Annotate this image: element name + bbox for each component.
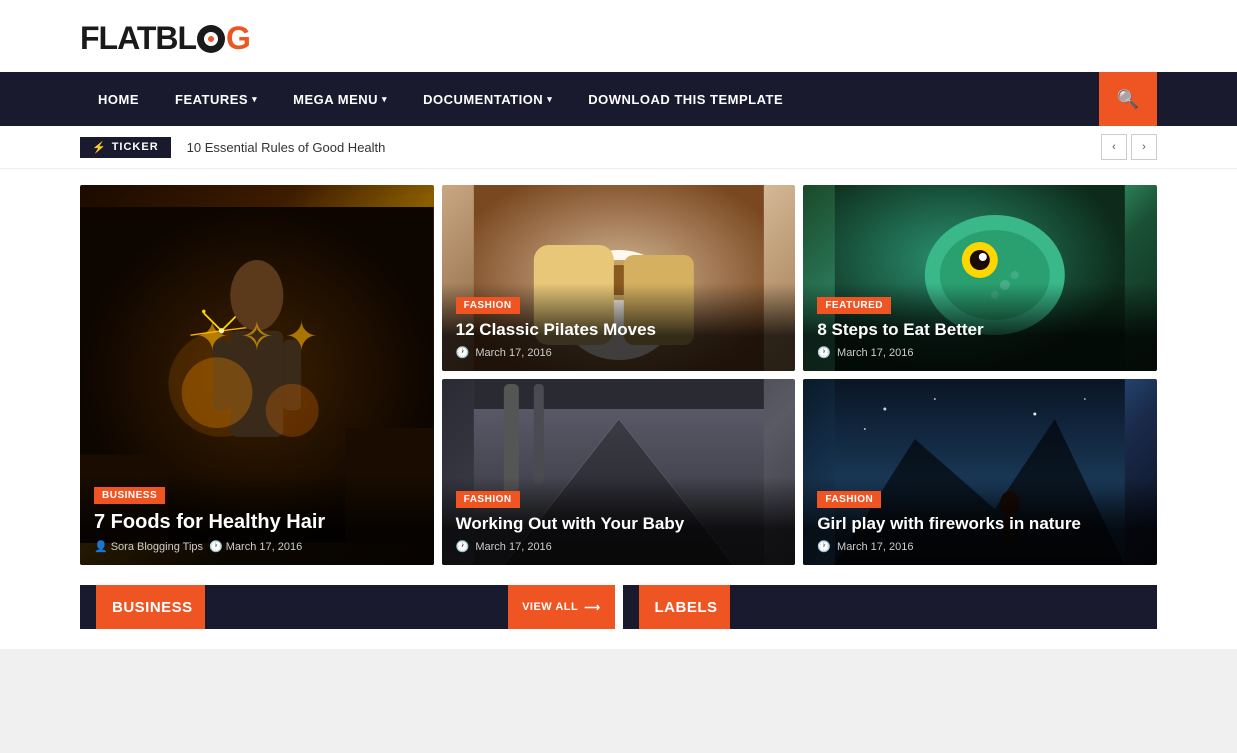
nav-documentation[interactable]: DOCUMENTATION ▾ [405, 72, 570, 126]
navbar: HOME FEATURES ▾ MEGA MENU ▾ DOCUMENTATIO… [0, 72, 1237, 126]
logo-g: G [226, 20, 250, 56]
card-pilates-title: 12 Classic Pilates Moves [456, 320, 782, 340]
labels-bar-title: LABELS [639, 585, 730, 629]
cards-section: BUSINESS 7 Foods for Healthy Hair 👤 Sora… [0, 169, 1237, 585]
card-fireworks-girl-meta: 🕐 March 17, 2016 [817, 540, 1143, 553]
card-pilates-badge: FASHION [456, 297, 520, 314]
card-baby-meta: 🕐 March 17, 2016 [456, 540, 782, 553]
ticker-label: ⚡ TICKER [80, 137, 171, 158]
card-large-author: 👤 Sora Blogging Tips [94, 540, 203, 553]
ticker-nav: ‹ › [1101, 134, 1157, 160]
nav-features[interactable]: FEATURES ▾ [157, 72, 275, 126]
search-button[interactable]: 🔍 [1099, 72, 1157, 126]
card-pilates[interactable]: FASHION 12 Classic Pilates Moves 🕐 March… [442, 185, 796, 371]
card-large-badge: BUSINESS [94, 487, 165, 504]
features-chevron: ▾ [252, 94, 257, 105]
card-baby-title: Working Out with Your Baby [456, 514, 782, 534]
logo[interactable]: FLATBL G [80, 20, 1157, 57]
mega-menu-chevron: ▾ [382, 94, 387, 105]
nav-home[interactable]: HOME [80, 72, 157, 126]
card-eat-better-overlay: FEATURED 8 Steps to Eat Better 🕐 March 1… [803, 283, 1157, 371]
logo-o-icon [197, 25, 225, 53]
ticker-bar: ⚡ TICKER 10 Essential Rules of Good Heal… [0, 126, 1237, 169]
card-fireworks-girl-badge: FASHION [817, 491, 881, 508]
clock-icon-pilates: 🕐 [456, 346, 470, 359]
cards-grid: BUSINESS 7 Foods for Healthy Hair 👤 Sora… [80, 185, 1157, 565]
labels-bar: LABELS [623, 585, 1158, 629]
clock-icon: 🕐 [209, 540, 223, 553]
card-pilates-overlay: FASHION 12 Classic Pilates Moves 🕐 March… [442, 283, 796, 371]
clock-icon-eat: 🕐 [817, 346, 831, 359]
clock-icon-fireworks: 🕐 [817, 540, 831, 553]
card-fireworks-girl-overlay: FASHION Girl play with fireworks in natu… [803, 477, 1157, 565]
bolt-icon: ⚡ [92, 141, 107, 154]
nav-download[interactable]: DOWNLOAD THIS TEMPLATE [570, 72, 801, 126]
ticker-text: 10 Essential Rules of Good Health [171, 140, 1101, 155]
card-baby-overlay: FASHION Working Out with Your Baby 🕐 Mar… [442, 477, 796, 565]
card-eat-better-meta: 🕐 March 17, 2016 [817, 346, 1143, 359]
card-baby-badge: FASHION [456, 491, 520, 508]
ticker-prev[interactable]: ‹ [1101, 134, 1127, 160]
card-eat-better[interactable]: FEATURED 8 Steps to Eat Better 🕐 March 1… [803, 185, 1157, 371]
business-bar-title: BUSINESS [96, 585, 205, 629]
header: FLATBL G [0, 0, 1237, 72]
card-baby[interactable]: FASHION Working Out with Your Baby 🕐 Mar… [442, 379, 796, 565]
ticker-label-text: TICKER [112, 141, 159, 153]
ticker-next[interactable]: › [1131, 134, 1157, 160]
card-fireworks-girl[interactable]: FASHION Girl play with fireworks in natu… [803, 379, 1157, 565]
card-fireworks-girl-title: Girl play with fireworks in nature [817, 514, 1143, 534]
person-icon: 👤 [94, 540, 108, 553]
card-large-title: 7 Foods for Healthy Hair [94, 510, 420, 534]
card-pilates-meta: 🕐 March 17, 2016 [456, 346, 782, 359]
card-large[interactable]: BUSINESS 7 Foods for Healthy Hair 👤 Sora… [80, 185, 434, 565]
search-icon: 🔍 [1117, 89, 1139, 110]
nav-items: HOME FEATURES ▾ MEGA MENU ▾ DOCUMENTATIO… [80, 72, 1099, 126]
business-bar: BUSINESS VIEW ALL ⟶ [80, 585, 615, 629]
card-large-overlay: BUSINESS 7 Foods for Healthy Hair 👤 Sora… [80, 473, 434, 565]
arrow-right-icon: ⟶ [584, 601, 600, 614]
card-eat-better-badge: FEATURED [817, 297, 891, 314]
card-eat-better-title: 8 Steps to Eat Better [817, 320, 1143, 340]
nav-mega-menu[interactable]: MEGA MENU ▾ [275, 72, 405, 126]
docs-chevron: ▾ [547, 94, 552, 105]
card-large-date: 🕐 March 17, 2016 [209, 540, 302, 553]
view-all-button[interactable]: VIEW ALL ⟶ [508, 585, 614, 629]
card-large-meta: 👤 Sora Blogging Tips 🕐 March 17, 2016 [94, 540, 420, 553]
clock-icon-baby: 🕐 [456, 540, 470, 553]
logo-flat: FLATBL [80, 20, 196, 56]
bottom-bars: BUSINESS VIEW ALL ⟶ LABELS [0, 585, 1237, 649]
